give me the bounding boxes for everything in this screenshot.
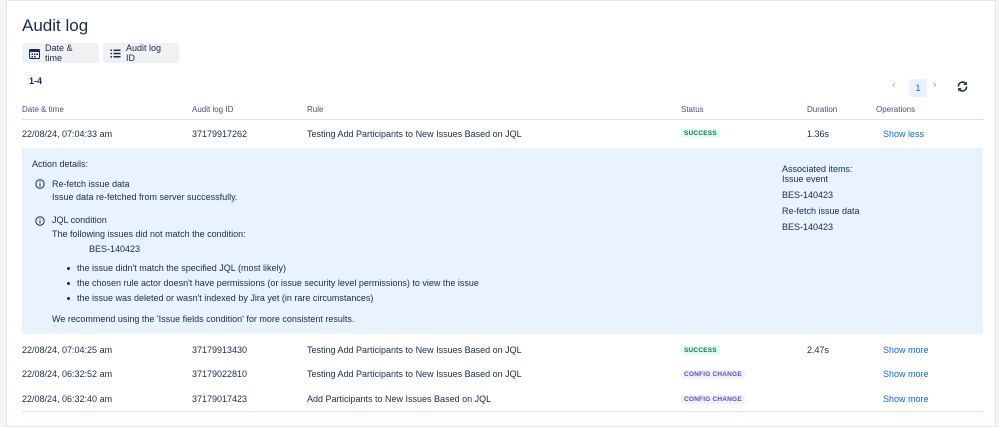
row-duration: 2.47s	[807, 345, 830, 355]
date-time-filter-button[interactable]: Date & time	[22, 43, 99, 63]
audit-log-id-filter-button[interactable]: Audit log ID	[103, 43, 179, 63]
table-bottom-divider	[22, 411, 983, 412]
show-more-link[interactable]: Show more	[883, 345, 929, 355]
column-header-rule: Rule	[307, 105, 324, 114]
reason-item: the issue didn't match the specified JQL…	[77, 263, 286, 273]
associated-group-label: Issue event	[782, 174, 829, 184]
column-header-operations: Operations	[876, 105, 916, 114]
action-text-refetch: Issue data re-fetched from server succes…	[52, 192, 238, 202]
row-date: 22/08/24, 07:04:25 am	[22, 345, 113, 355]
row-date: 22/08/24, 06:32:40 am	[22, 394, 113, 404]
row-rule: Testing Add Participants to New Issues B…	[307, 129, 522, 139]
status-badge: SUCCESS	[681, 346, 720, 355]
action-text-jql: The following issues did not match the c…	[52, 229, 246, 239]
column-header-date: Date & time	[22, 105, 64, 114]
status-badge: CONFIG CHANGE	[681, 395, 745, 404]
row-date: 22/08/24, 07:04:33 am	[22, 129, 113, 139]
audit-log-panel: Audit log Date & time Audit log ID 1-4 ‹…	[6, 0, 996, 427]
action-details-panel: Action details: Re-fetch issue data Issu…	[22, 148, 983, 334]
row-audit-id: 37179017423	[192, 394, 248, 404]
audit-log-id-filter-label: Audit log ID	[126, 43, 162, 63]
associated-issue-link[interactable]: BES-140423	[782, 222, 833, 232]
bullet-dot	[67, 297, 70, 300]
show-more-link[interactable]: Show more	[883, 369, 929, 379]
column-header-status: Status	[681, 105, 704, 114]
associated-issue-link[interactable]: BES-140423	[782, 190, 833, 200]
action-title-jql[interactable]: JQL condition	[52, 215, 107, 225]
associated-group-label: Re-fetch issue data	[782, 206, 860, 216]
header-divider	[22, 119, 983, 120]
column-header-duration: Duration	[807, 105, 838, 114]
row-duration: 1.36s	[807, 129, 830, 139]
status-badge: SUCCESS	[681, 129, 720, 138]
info-icon	[35, 179, 45, 189]
recommendation-text: We recommend using the 'Issue fields con…	[52, 314, 355, 324]
refresh-icon[interactable]	[956, 80, 969, 93]
row-rule: Add Participants to New Issues Based on …	[307, 394, 492, 404]
page-1-button[interactable]: 1	[909, 79, 927, 97]
row-date: 22/08/24, 06:32:52 am	[22, 369, 113, 379]
row-audit-id: 37179913430	[192, 345, 248, 355]
bullet-dot	[67, 282, 70, 285]
associated-items-heading: Associated items:	[782, 164, 853, 174]
row-audit-id: 37179022810	[192, 369, 248, 379]
action-title-refetch[interactable]: Re-fetch issue data	[52, 179, 130, 189]
page-title: Audit log	[22, 16, 89, 35]
calendar-icon	[29, 48, 40, 59]
show-less-link[interactable]: Show less	[883, 129, 924, 139]
column-header-audit-log-id: Audit log ID	[192, 105, 234, 114]
unmatched-issue-key: BES-140423	[89, 244, 141, 254]
date-time-filter-label: Date & time	[45, 43, 73, 63]
status-badge: CONFIG CHANGE	[681, 370, 745, 379]
action-details-heading: Action details:	[32, 159, 89, 169]
info-icon	[35, 216, 45, 226]
row-rule: Testing Add Participants to New Issues B…	[307, 345, 522, 355]
results-count: 1-4	[29, 76, 43, 86]
reason-item: the issue was deleted or wasn't indexed …	[77, 293, 374, 303]
reason-item: the chosen rule actor doesn't have permi…	[77, 278, 479, 288]
bullet-dot	[67, 267, 70, 270]
list-icon	[110, 48, 121, 59]
next-page-button[interactable]: ›	[933, 79, 937, 91]
row-audit-id: 37179917262	[192, 129, 248, 139]
show-more-link[interactable]: Show more	[883, 394, 929, 404]
previous-page-button[interactable]: ‹	[892, 79, 896, 91]
row-rule: Testing Add Participants to New Issues B…	[307, 369, 522, 379]
